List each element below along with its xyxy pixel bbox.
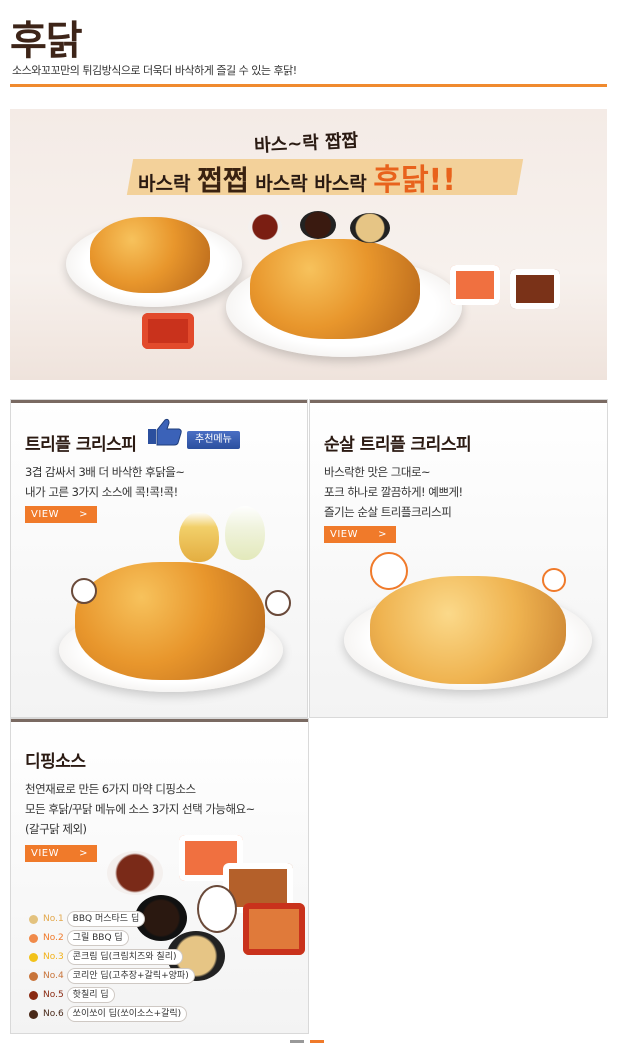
character-left-image bbox=[71, 578, 97, 604]
card-title-boneless: 순살 트리플 크리스피 bbox=[324, 435, 472, 455]
menu-card-triple-crispy[interactable]: 트리플 크리스피 추천메뉴 3겹 감싸서 3배 더 바삭한 후닭을~ 내가 고른… bbox=[10, 399, 308, 718]
sauce-bowl-1-image bbox=[107, 851, 163, 895]
sauce-dish-2 bbox=[450, 265, 500, 305]
chicken-image-left bbox=[90, 217, 210, 293]
card-desc-boneless-3: 즐기는 순살 트리플크리스피 bbox=[324, 505, 452, 519]
chick-character-small-image bbox=[542, 568, 566, 592]
sauce-dish-1 bbox=[142, 313, 194, 349]
card-title-triple: 트리플 크리스피 bbox=[25, 435, 137, 455]
card-desc-dipping-1: 천연재료로 만든 6가지 마약 디핑소스 bbox=[25, 782, 196, 796]
card-desc-boneless-2: 포크 하나로 깔끔하게! 예쁘게! bbox=[324, 485, 463, 499]
banner-word-em2: 후닭!! bbox=[373, 163, 456, 198]
sauce-cup-3 bbox=[350, 213, 390, 243]
header-divider bbox=[10, 84, 607, 87]
sauce-color-dot bbox=[29, 971, 38, 981]
thumbs-up-icon bbox=[147, 418, 183, 446]
sauce-color-dot bbox=[29, 990, 38, 1000]
page-subtitle: 소스와꼬꼬만의 튀김방식으로 더욱더 바삭하게 즐길 수 있는 후닭! bbox=[12, 64, 297, 77]
beer-glass-image bbox=[179, 512, 219, 562]
chevron-right-icon: > bbox=[378, 529, 387, 540]
sauce-cup-2 bbox=[300, 211, 336, 239]
banner-word-em1: 쩝쩝 bbox=[197, 164, 249, 197]
banner-line-top: 바스~락 짭짭 bbox=[253, 130, 359, 157]
sauce-legend-item: No.4 코리안 딥(고추장+갈릭+양파) bbox=[29, 968, 195, 984]
sauce-legend-item: No.5 핫칠리 딥 bbox=[29, 987, 115, 1003]
pager-indicator bbox=[290, 1040, 326, 1044]
sauce-dish-3 bbox=[510, 269, 560, 309]
card-desc-dipping-2: 모든 후닭/꾸닭 메뉴에 소스 3가지 선택 가능해요~ bbox=[25, 802, 255, 816]
sauce-legend-item: No.1 BBQ 머스타드 딥 bbox=[29, 911, 146, 927]
character-right-image bbox=[265, 590, 291, 616]
page-title: 후닭 bbox=[10, 18, 83, 64]
card-title-dipping: 디핑소스 bbox=[25, 752, 86, 772]
view-button-boneless[interactable]: VIEW > bbox=[324, 526, 396, 543]
banner-word-2: 바스락 바스락 bbox=[255, 173, 367, 195]
menu-card-dipping-sauce[interactable]: 디핑소스 천연재료로 만든 6가지 마약 디핑소스 모든 후닭/꾸닭 메뉴에 소… bbox=[10, 718, 309, 1034]
chevron-right-icon: > bbox=[79, 848, 88, 859]
banner-word-1: 바스락 bbox=[138, 173, 191, 195]
sauce-bowl-5-image bbox=[243, 903, 305, 955]
sauce-color-dot bbox=[29, 933, 38, 943]
sauce-legend-item: No.3 콘크림 딥(크림치즈와 칠리) bbox=[29, 949, 183, 965]
recommended-badge: 추천메뉴 bbox=[187, 431, 240, 449]
sauce-color-dot bbox=[29, 1009, 38, 1019]
card-desc-triple-1: 3겹 감싸서 3배 더 바삭한 후닭을~ bbox=[25, 465, 185, 479]
card-desc-boneless-1: 바스락한 맛은 그대로~ bbox=[324, 465, 431, 479]
wine-glass-image bbox=[225, 506, 265, 560]
chick-character-dipping-image bbox=[197, 885, 237, 933]
sauce-legend-item: No.6 쏘이쏘이 딥(쏘이소스+갈릭) bbox=[29, 1006, 188, 1022]
sauce-cup-1 bbox=[248, 213, 282, 241]
sauce-color-dot bbox=[29, 914, 38, 924]
chicken-image-center bbox=[250, 239, 420, 339]
hero-banner: 바스~락 짭짭 바스락 쩝쩝 바스락 바스락 후닭!! bbox=[10, 109, 607, 380]
card-desc-dipping-3: (갈구닭 제외) bbox=[25, 822, 87, 836]
sauce-legend-item: No.2 그릴 BBQ 딥 bbox=[29, 930, 129, 946]
view-button-dipping[interactable]: VIEW > bbox=[25, 845, 97, 862]
menu-card-boneless[interactable]: 순살 트리플 크리스피 바스락한 맛은 그대로~ 포크 하나로 깔끔하게! 예쁘… bbox=[309, 399, 608, 718]
banner-line-main: 바스락 쩝쩝 바스락 바스락 후닭!! bbox=[138, 155, 456, 199]
chicken-image-boneless bbox=[370, 576, 566, 684]
view-button-triple[interactable]: VIEW > bbox=[25, 506, 97, 523]
chevron-right-icon: > bbox=[79, 509, 88, 520]
card-desc-triple-2: 내가 고른 3가지 소스에 콕!콕!콕! bbox=[25, 485, 178, 499]
chick-character-image bbox=[370, 552, 408, 590]
sauce-color-dot bbox=[29, 952, 38, 962]
chicken-image-triple bbox=[75, 562, 265, 680]
